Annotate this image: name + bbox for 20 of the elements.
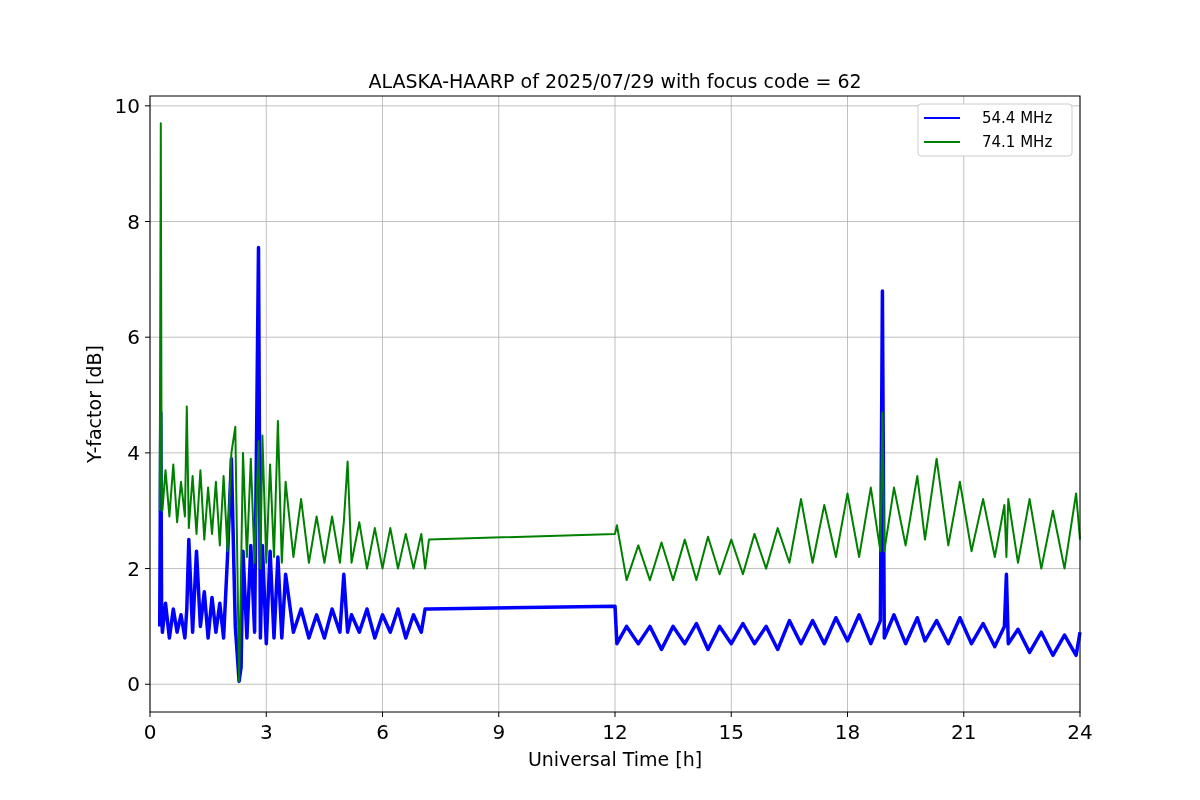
x-tick-label: 21 <box>951 720 977 744</box>
x-tick-label: 24 <box>1067 720 1093 744</box>
y-tick-label: 8 <box>127 209 140 234</box>
x-tick-label: 9 <box>492 720 506 744</box>
y-tick-label: 6 <box>127 325 140 350</box>
y-axis-label: Y-factor [dB] <box>83 345 105 463</box>
y-tick-label: 4 <box>127 440 140 465</box>
y-tick-label: 2 <box>127 556 140 581</box>
x-tick-label: 15 <box>718 720 744 744</box>
x-tick-label: 6 <box>376 720 389 744</box>
y-tick-label: 0 <box>127 672 140 697</box>
x-tick-label: 3 <box>259 720 273 744</box>
y-tick-label: 10 <box>114 93 140 118</box>
chart-title: ALASKA-HAARP of 2025/07/29 with focus code = 62 <box>368 70 862 92</box>
x-tick-label: 18 <box>834 720 861 744</box>
x-tick-label: 0 <box>143 720 157 744</box>
x-tick-label: 12 <box>602 720 628 744</box>
x-axis-label: Universal Time [h] <box>527 748 703 770</box>
legend-label: 54.4 MHz <box>982 109 1053 127</box>
legend-label: 74.1 MHz <box>982 133 1053 151</box>
